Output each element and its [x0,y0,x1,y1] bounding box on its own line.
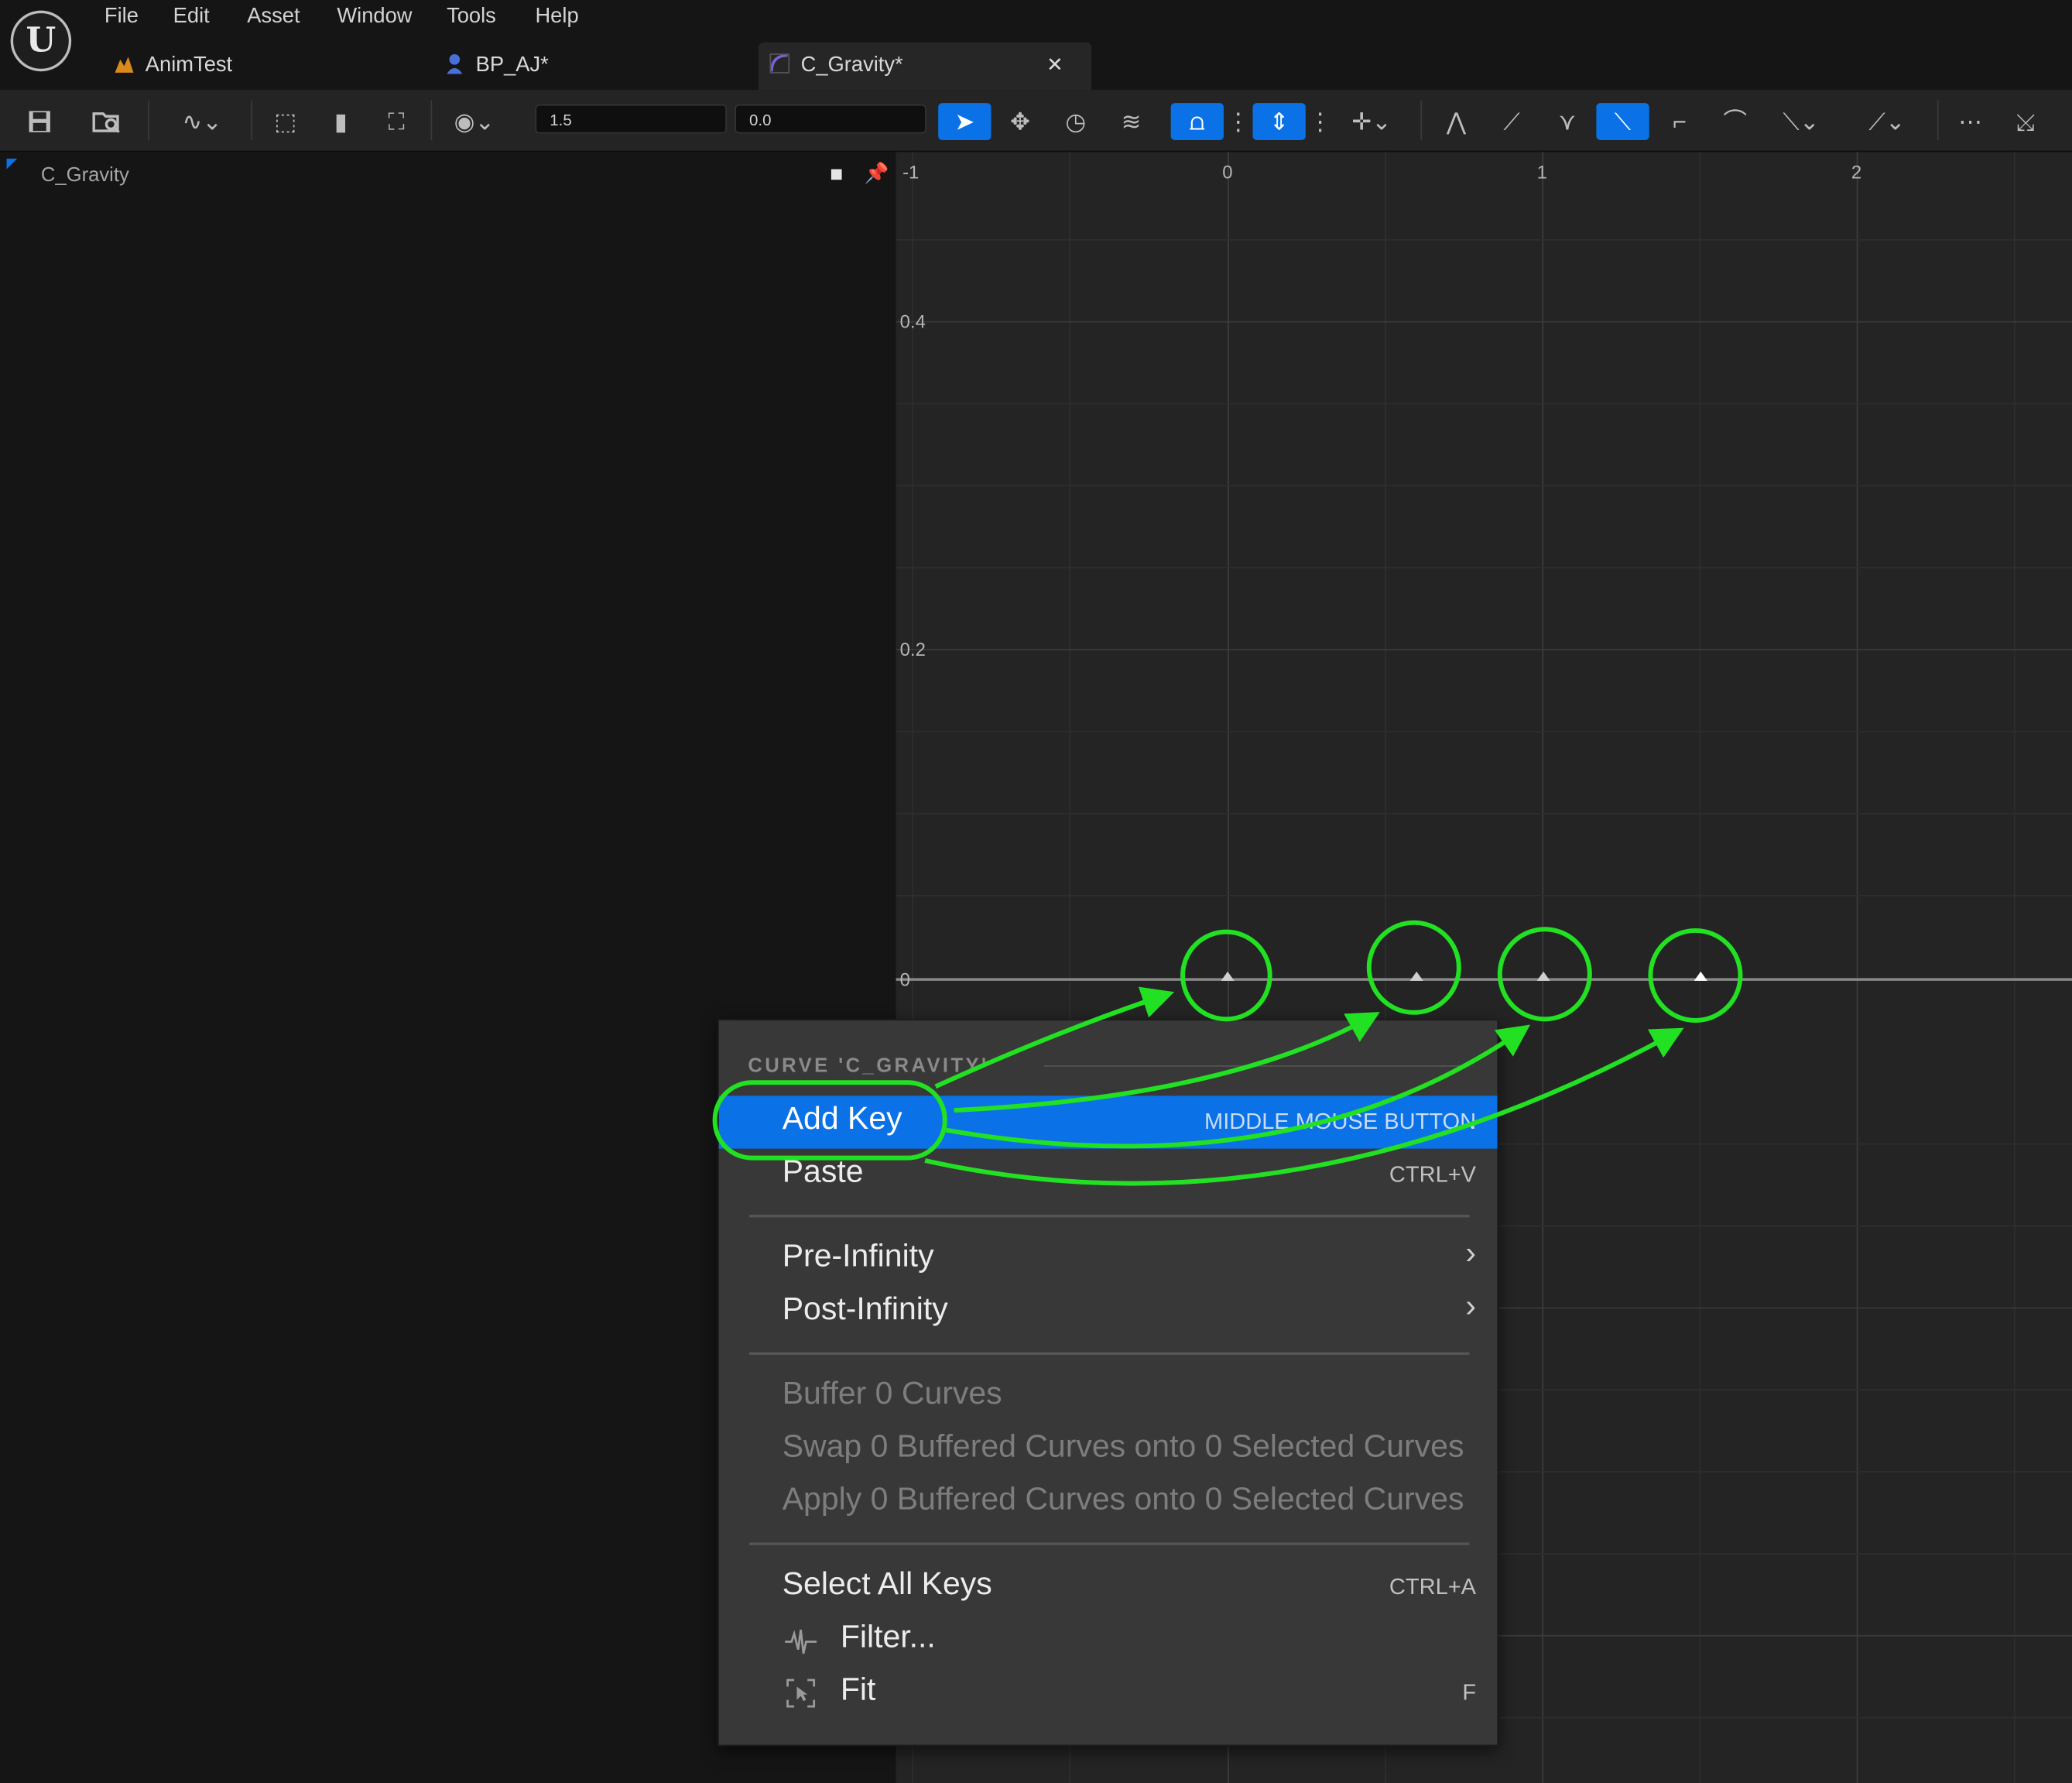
curve-editor-window: U File Edit Asset Window Tools Help Anim… [0,0,2072,1783]
key-highlight-ring [1497,927,1592,1022]
highlight-ring [712,1080,947,1161]
annotation-arrow [924,1027,1684,1186]
key-highlight-ring [1180,929,1272,1022]
key-highlight-ring [1366,920,1461,1015]
annotation-overlay [712,920,1743,1186]
annotation-arrow [934,986,1175,1089]
annotation-arrow [954,1012,1380,1113]
key-highlight-ring [1648,928,1743,1024]
